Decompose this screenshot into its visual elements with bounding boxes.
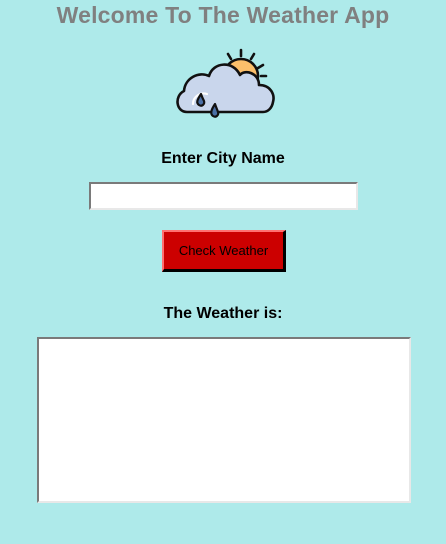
weather-result-label: The Weather is: (163, 305, 283, 322)
app-title: Welcome To The Weather App (56, 2, 390, 28)
check-weather-button[interactable]: Check Weather (162, 230, 286, 272)
cloud-sun-rain-icon (176, 48, 275, 118)
weather-result-box (37, 337, 411, 503)
city-label: Enter City Name (161, 150, 285, 167)
city-input[interactable] (89, 182, 358, 210)
